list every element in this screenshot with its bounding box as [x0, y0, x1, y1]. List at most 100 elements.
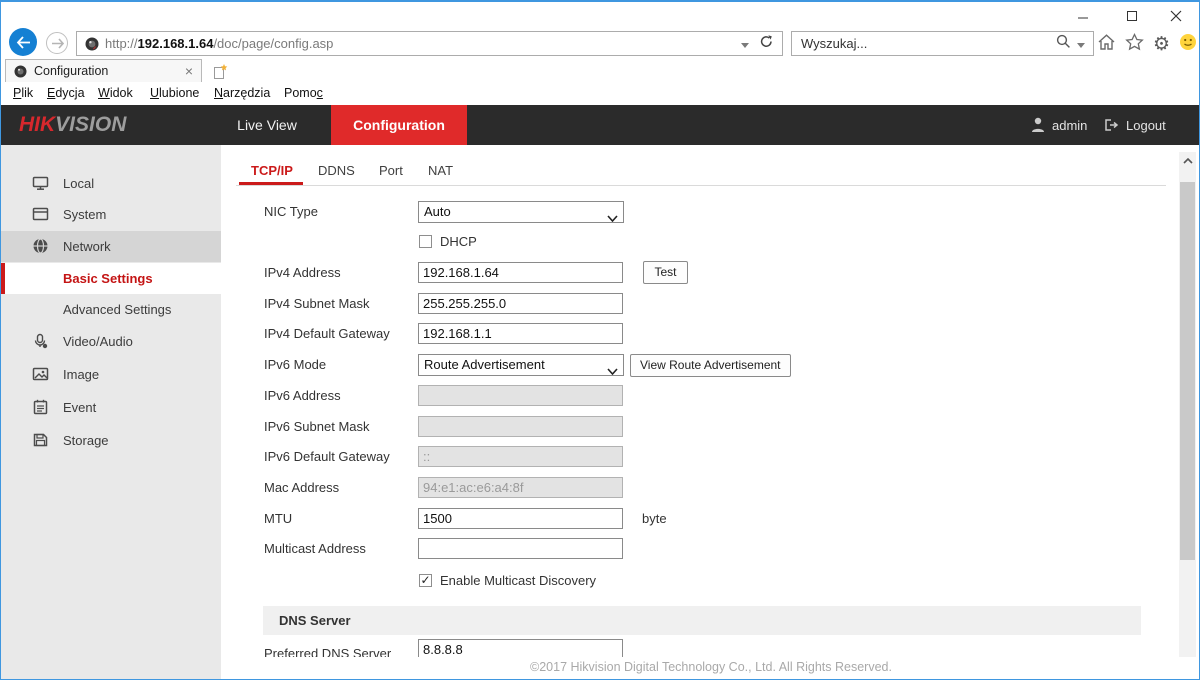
dhcp-checkbox[interactable] [419, 235, 432, 248]
window-icon [32, 206, 49, 227]
ipv6-gateway-input [418, 446, 623, 467]
app-header: HIKVISION Live View Configuration admin … [1, 105, 1199, 145]
tab-ddns[interactable]: DDNS [318, 161, 355, 181]
mtu-input[interactable] [418, 508, 623, 529]
multicast-address-input[interactable] [418, 538, 623, 559]
new-tab-icon [212, 63, 229, 80]
image-icon [32, 366, 49, 387]
view-route-advertisement-button[interactable]: View Route Advertisement [630, 354, 791, 377]
globe-icon [32, 238, 49, 259]
monitor-icon [32, 175, 49, 196]
url-path: /doc/page/config.asp [213, 36, 333, 51]
user-icon [1031, 117, 1045, 133]
ipv6-mode-label: IPv6 Mode [264, 354, 326, 376]
mac-address-label: Mac Address [264, 477, 339, 499]
ipv6-address-input [418, 385, 623, 406]
ipv4-gateway-input[interactable] [418, 323, 623, 344]
sidebar-item-local[interactable]: Local [1, 168, 221, 199]
multicast-address-label: Multicast Address [264, 538, 366, 560]
ipv6-subnet-label: IPv6 Subnet Mask [264, 416, 370, 438]
menu-edycja[interactable]: Edycja [47, 84, 85, 103]
ipv6-gateway-label: IPv6 Default Gateway [264, 446, 390, 468]
maximize-icon [1126, 10, 1138, 22]
ipv6-address-label: IPv6 Address [264, 385, 341, 407]
sidebar-item-image[interactable]: Image [1, 359, 221, 390]
sidebar-item-event[interactable]: Event [1, 392, 221, 423]
tab-close-icon[interactable]: × [177, 61, 201, 81]
ipv4-subnet-input[interactable] [418, 293, 623, 314]
minimize-button[interactable] [1068, 6, 1098, 26]
menu-pomoc[interactable]: Pomoc [284, 84, 323, 103]
tab-nat[interactable]: NAT [428, 161, 453, 181]
ipv4-gateway-label: IPv4 Default Gateway [264, 323, 390, 345]
dhcp-label: DHCP [440, 234, 477, 249]
test-button[interactable]: Test [643, 261, 688, 284]
scroll-up-icon[interactable] [1179, 152, 1196, 170]
sidebar-item-storage[interactable]: Storage [1, 425, 221, 456]
nav-configuration[interactable]: Configuration [331, 105, 467, 145]
sidebar-item-advanced-settings[interactable]: Advanced Settings [1, 294, 221, 325]
search-dropdown-icon[interactable] [1077, 35, 1085, 53]
address-bar[interactable]: http://192.168.1.64/doc/page/config.asp [76, 31, 783, 56]
menu-bar: Plik Edycja Widok Ulubione Narzędzia Pom… [1, 82, 1199, 105]
nic-type-label: NIC Type [264, 201, 318, 223]
storage-floppy-icon [32, 432, 49, 453]
preferred-dns-input[interactable] [418, 639, 623, 657]
sidebar-item-video-audio[interactable]: Video/Audio [1, 326, 221, 357]
browser-tab-configuration[interactable]: Configuration × [5, 59, 202, 82]
event-icon [32, 399, 49, 420]
scrollbar-thumb[interactable] [1180, 182, 1195, 560]
tab-separator-line [236, 185, 1166, 186]
content-scrollbar[interactable] [1179, 152, 1196, 679]
maximize-button[interactable] [1117, 6, 1147, 26]
menu-ulubione[interactable]: Ulubione [150, 84, 199, 103]
content-pane: TCP/IP DDNS Port NAT NIC Type Auto DHCP … [221, 145, 1200, 657]
close-button[interactable] [1161, 6, 1191, 26]
favorites-star-icon[interactable] [1125, 33, 1144, 56]
new-tab-button[interactable] [207, 61, 233, 81]
sidebar-item-basic-settings[interactable]: Basic Settings [1, 263, 221, 294]
hikvision-logo: HIKVISION [19, 113, 126, 137]
nic-type-select[interactable]: Auto [418, 201, 624, 223]
ipv6-mode-select[interactable]: Route Advertisement [418, 354, 624, 376]
microphone-icon [32, 333, 49, 354]
preferred-dns-label: Preferred DNS Server [264, 643, 391, 657]
home-icon[interactable] [1097, 33, 1116, 56]
active-indicator [1, 263, 5, 294]
minimize-icon [1077, 10, 1089, 22]
ipv4-address-input[interactable] [418, 262, 623, 283]
mtu-unit: byte [642, 508, 667, 530]
multicast-discovery-checkbox[interactable]: ✓ [419, 574, 432, 587]
logout-button[interactable]: Logout [1104, 105, 1166, 145]
chevron-down-icon [607, 209, 618, 227]
forward-arrow-icon [51, 38, 64, 49]
browser-window: http://192.168.1.64/doc/page/config.asp … [0, 0, 1200, 680]
nav-live-view[interactable]: Live View [212, 105, 322, 145]
sidebar: Local System Network Basic Settings Adva… [1, 145, 221, 680]
menu-narzedzia[interactable]: Narzędzia [214, 84, 270, 103]
url-host: 192.168.1.64 [138, 36, 214, 51]
refresh-icon[interactable] [759, 34, 774, 54]
url-dropdown-icon[interactable] [741, 35, 749, 53]
close-icon [1170, 10, 1182, 22]
logout-icon [1104, 118, 1119, 132]
forward-button[interactable] [46, 32, 68, 54]
settings-gear-icon[interactable]: ⚙ [1153, 33, 1170, 55]
sidebar-item-system[interactable]: System [1, 199, 221, 230]
tab-port[interactable]: Port [379, 161, 403, 181]
title-bar [1, 2, 1199, 28]
menu-plik[interactable]: Plik [13, 84, 33, 103]
feedback-smiley-icon[interactable] [1179, 33, 1197, 56]
user-area: admin [1031, 105, 1087, 145]
search-icon[interactable] [1056, 34, 1071, 54]
ipv4-subnet-label: IPv4 Subnet Mask [264, 293, 370, 315]
mac-address-input [418, 477, 623, 498]
mtu-label: MTU [264, 508, 292, 530]
tab-tcpip[interactable]: TCP/IP [251, 161, 293, 181]
tab-strip: Configuration × [1, 58, 1199, 82]
sidebar-item-network[interactable]: Network [1, 231, 221, 262]
back-button[interactable] [9, 28, 37, 56]
back-arrow-icon [16, 36, 31, 49]
menu-widok[interactable]: Widok [98, 84, 133, 103]
search-input[interactable] [792, 36, 1056, 51]
